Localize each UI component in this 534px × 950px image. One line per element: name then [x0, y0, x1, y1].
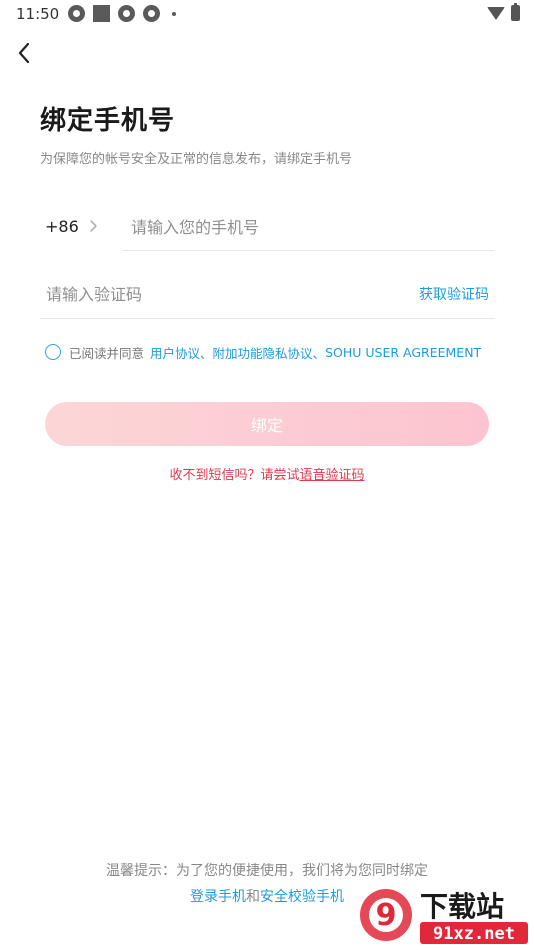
- chevron-left-icon: [18, 42, 30, 64]
- sohu-user-agreement-link[interactable]: SOHU USER AGREEMENT: [325, 345, 481, 360]
- square-icon: [93, 5, 110, 22]
- agreement-checkbox[interactable]: [45, 344, 61, 360]
- pinwheel-icon: [143, 5, 160, 22]
- status-bar: 11:50: [0, 0, 534, 28]
- dot-icon: [172, 11, 176, 16]
- notification-icons: [68, 5, 176, 22]
- get-code-button[interactable]: 获取验证码: [419, 284, 489, 304]
- battery-icon: [511, 3, 520, 21]
- status-time: 11:50: [16, 5, 60, 23]
- phone-row: +86: [45, 205, 495, 251]
- watermark-text: 下载站: [420, 890, 504, 923]
- country-code-selector[interactable]: +86: [45, 217, 79, 236]
- back-button[interactable]: [12, 40, 36, 66]
- user-agreement-link[interactable]: 用户协议: [150, 343, 200, 362]
- verification-code-input[interactable]: [40, 272, 380, 316]
- privacy-agreement-link[interactable]: 附加功能隐私协议: [213, 343, 313, 362]
- agreement-separator: 、: [312, 345, 326, 361]
- login-phone-link[interactable]: 登录手机: [190, 889, 246, 905]
- wifi-icon: [487, 6, 505, 20]
- sms-help-text: 收不到短信吗？请尝试: [169, 468, 300, 483]
- sms-help: 收不到短信吗？请尝试语音验证码: [0, 464, 534, 483]
- chevron-right-icon[interactable]: [88, 218, 100, 234]
- verification-code-row: 获取验证码: [40, 272, 495, 319]
- watermark-url: 91xz.net: [433, 924, 515, 944]
- phone-input[interactable]: [123, 205, 495, 251]
- agreement-prefix: 已阅读并同意: [69, 345, 145, 361]
- security-phone-link[interactable]: 安全校验手机: [260, 889, 344, 905]
- watermark-logo: 9 下载站 91xz.net: [360, 889, 528, 944]
- page-subtitle: 为保障您的帐号安全及正常的信息发布，请绑定手机号: [40, 152, 353, 167]
- pinwheel-icon: [118, 5, 135, 22]
- page-title: 绑定手机号: [40, 106, 176, 136]
- footer-connector: 和: [246, 889, 260, 905]
- agreement-separator: 、: [200, 345, 213, 361]
- watermark-logo-mark: 9: [376, 898, 397, 933]
- system-icons: [487, 3, 520, 21]
- agreement-row: 已阅读并同意 用户协议 、 附加功能隐私协议 、 SOHU USER AGREE…: [45, 342, 505, 362]
- bind-button[interactable]: 绑定: [45, 402, 489, 446]
- footer-tip: 温馨提示：为了您的便捷使用，我们将为您同时绑定: [106, 863, 428, 879]
- voice-code-link[interactable]: 语音验证码: [300, 468, 365, 483]
- pinwheel-icon: [68, 5, 85, 22]
